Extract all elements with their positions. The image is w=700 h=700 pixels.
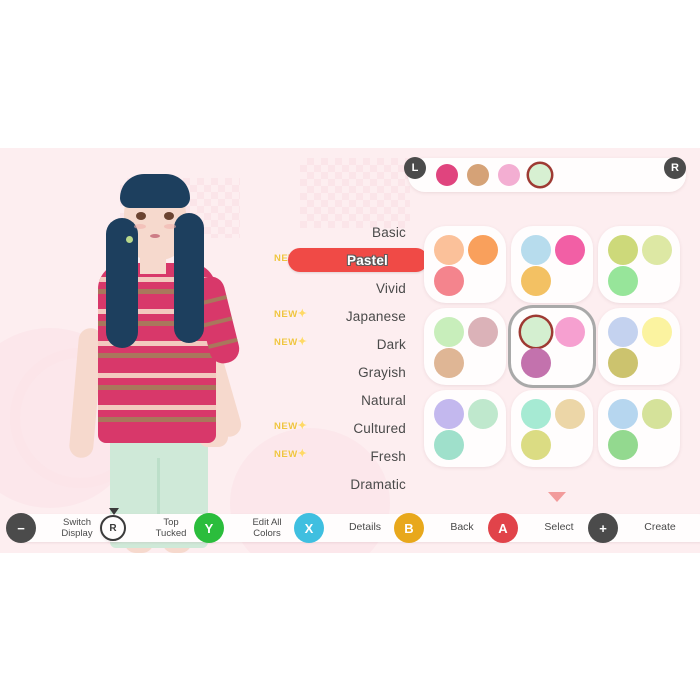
color-dot bbox=[434, 317, 464, 347]
color-dot bbox=[434, 235, 464, 265]
character-avatar bbox=[58, 158, 298, 553]
new-badge: NEW✦ bbox=[274, 448, 308, 460]
category-label: Basic bbox=[371, 224, 406, 240]
palette-swatch[interactable] bbox=[498, 164, 520, 186]
color-dot bbox=[555, 235, 585, 265]
sparkle-icon: ✦ bbox=[297, 448, 308, 460]
category-item[interactable]: NEW✦ Fresh bbox=[268, 442, 428, 470]
palette-swatch-selected[interactable] bbox=[529, 164, 551, 186]
new-badge: NEW✦ bbox=[274, 308, 308, 320]
new-badge: NEW✦ bbox=[274, 336, 308, 348]
category-label: Cultured bbox=[353, 420, 406, 436]
button-bar: − Switch Display R Top Tucked Y Edit All Co… bbox=[0, 508, 700, 550]
category-item[interactable]: Grayish bbox=[268, 358, 428, 386]
scroll-down-arrow-icon[interactable] bbox=[548, 492, 566, 502]
color-dot bbox=[434, 266, 464, 296]
color-dot bbox=[608, 399, 638, 429]
mouth bbox=[150, 234, 160, 238]
minus-button-icon: − bbox=[6, 513, 36, 543]
color-card[interactable] bbox=[424, 308, 506, 385]
color-dot bbox=[521, 266, 551, 296]
color-dot bbox=[434, 348, 464, 378]
button-label: Select bbox=[544, 521, 574, 534]
earring bbox=[126, 236, 133, 243]
category-item[interactable]: Vivid bbox=[268, 274, 428, 302]
category-label: Japanese bbox=[345, 308, 406, 324]
right-stick-icon: R bbox=[98, 508, 128, 543]
category-label: Vivid bbox=[375, 280, 406, 296]
color-dot bbox=[608, 430, 638, 460]
color-dot bbox=[521, 235, 551, 265]
color-dot bbox=[642, 399, 672, 429]
color-dot bbox=[521, 348, 551, 378]
color-dot bbox=[521, 399, 551, 429]
hair-side-left bbox=[106, 218, 138, 348]
category-item[interactable]: NEW✦ Japanese bbox=[268, 302, 428, 330]
color-card[interactable] bbox=[511, 390, 593, 467]
color-dot bbox=[608, 235, 638, 265]
sparkle-icon: ✦ bbox=[297, 308, 308, 320]
category-item[interactable]: Basic bbox=[268, 218, 428, 246]
color-card[interactable] bbox=[598, 226, 680, 303]
color-dot bbox=[468, 317, 498, 347]
category-list[interactable]: Basic NEW✦ Pastel Vivid NEW✦ Japanese NE… bbox=[268, 218, 428, 498]
new-badge: NEW✦ bbox=[274, 420, 308, 432]
color-dot bbox=[608, 348, 638, 378]
left-shoulder-button[interactable]: L bbox=[404, 157, 426, 179]
plus-button-icon: + bbox=[588, 513, 618, 543]
hair-bangs bbox=[120, 174, 190, 208]
palette-swatch[interactable] bbox=[467, 164, 489, 186]
color-dot bbox=[521, 430, 551, 460]
color-card[interactable] bbox=[598, 390, 680, 467]
color-dot bbox=[434, 430, 464, 460]
color-card[interactable] bbox=[424, 226, 506, 303]
color-dot bbox=[468, 235, 498, 265]
category-item[interactable]: NEW✦ Dark bbox=[268, 330, 428, 358]
color-dot bbox=[555, 317, 585, 347]
color-dot-selected bbox=[521, 317, 551, 347]
color-card-grid[interactable] bbox=[424, 226, 686, 467]
game-screen: Basic NEW✦ Pastel Vivid NEW✦ Japanese NE… bbox=[0, 148, 700, 553]
category-label: Dark bbox=[376, 336, 406, 352]
color-dot bbox=[608, 317, 638, 347]
category-label: Dramatic bbox=[350, 476, 406, 492]
sparkle-icon: ✦ bbox=[297, 336, 308, 348]
b-button-icon: B bbox=[394, 513, 424, 543]
category-item[interactable]: Dramatic bbox=[268, 470, 428, 498]
color-card[interactable] bbox=[598, 308, 680, 385]
color-card-selected[interactable] bbox=[511, 308, 593, 385]
eye-left bbox=[136, 212, 146, 220]
color-dot bbox=[434, 399, 464, 429]
eye-right bbox=[164, 212, 174, 220]
color-dot bbox=[642, 235, 672, 265]
color-dot bbox=[608, 266, 638, 296]
right-shoulder-button[interactable]: R bbox=[664, 157, 686, 179]
category-label: Fresh bbox=[370, 448, 406, 464]
button-label: Create bbox=[644, 521, 676, 534]
category-item[interactable]: NEW✦ Pastel bbox=[268, 246, 428, 274]
blush-right bbox=[164, 224, 176, 229]
color-card[interactable] bbox=[511, 226, 593, 303]
palette-swatch[interactable] bbox=[436, 164, 458, 186]
color-dot bbox=[468, 399, 498, 429]
x-button-icon: X bbox=[294, 513, 324, 543]
a-button-icon: A bbox=[488, 513, 518, 543]
category-label: Grayish bbox=[358, 364, 406, 380]
button-label: Details bbox=[348, 521, 382, 534]
category-item[interactable]: Natural bbox=[268, 386, 428, 414]
create-button[interactable]: + Create bbox=[588, 513, 700, 543]
palette-swatches[interactable] bbox=[436, 164, 551, 186]
category-item[interactable]: NEW✦ Cultured bbox=[268, 414, 428, 442]
y-button-icon: Y bbox=[194, 513, 224, 543]
category-label: Natural bbox=[361, 392, 406, 408]
hair-side-right bbox=[174, 213, 204, 343]
color-card[interactable] bbox=[424, 390, 506, 467]
color-dot bbox=[555, 399, 585, 429]
blush-left bbox=[134, 224, 146, 229]
sparkle-icon: ✦ bbox=[297, 420, 308, 432]
color-dot bbox=[642, 317, 672, 347]
category-label: Pastel bbox=[347, 252, 388, 268]
